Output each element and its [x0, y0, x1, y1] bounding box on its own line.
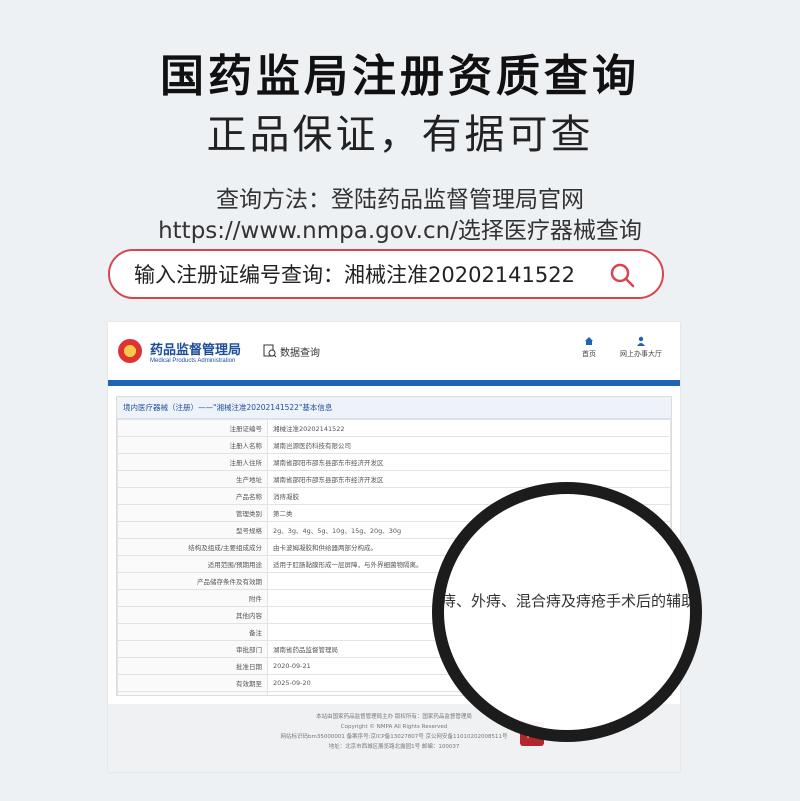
query-url-text[interactable]: https://www.nmpa.gov.cn/选择医疗器械查询 [0, 211, 800, 245]
magnified-text: 内痔、外痔、混合痔及痔疮手术后的辅助 [432, 592, 697, 610]
row-value: 湖南省邵阳市邵东县邵东市经济开发区 [267, 470, 671, 488]
data-query-icon [263, 344, 277, 358]
row-key: 结构及组成/主要组成成分 [117, 538, 268, 556]
site-header: 药品监督管理局 Medical Products Administration … [108, 322, 680, 380]
table-row: 注册证编号 湘械注准20202141522 [117, 419, 671, 437]
table-row: 注册人住所 湖南省邵阳市邵东县邵东市经济开发区 [117, 453, 671, 471]
page-title: 国药监局注册资质查询 [160, 51, 640, 102]
query-method-text: 查询方法：登陆药品监督管理局官网 [216, 187, 584, 213]
data-query-label: 数据查询 [280, 347, 321, 359]
magnifier-lens: 内痔、外痔、混合痔及痔疮手术后的辅助 [432, 482, 702, 742]
row-key: 适用范围/预期用途 [117, 555, 268, 573]
search-icon[interactable] [608, 261, 636, 289]
row-key: 注册人住所 [117, 453, 268, 471]
national-emblem-icon [118, 339, 142, 363]
data-query-link[interactable]: 数据查询 [263, 344, 320, 359]
page-subtitle: 正品保证，有据可查 [206, 112, 594, 158]
site-logo-cn: 药品监督管理局 [150, 342, 242, 358]
row-key: 附件 [117, 589, 268, 607]
info-panel-title: 境内医疗器械（注册）——"湘械注准20202141522"基本信息 [117, 397, 671, 419]
site-blue-bar [108, 380, 680, 386]
user-icon [637, 336, 645, 346]
row-key: 产品储存条件及有效期 [117, 572, 268, 590]
row-key: 审批部门 [117, 640, 268, 658]
row-value: 湖南岂源医药科技有限公司 [267, 436, 671, 454]
nav-home[interactable]: 首页 [582, 336, 596, 359]
site-logo-en: Medical Products Administration [150, 357, 236, 364]
nav-home-label: 首页 [582, 350, 596, 358]
row-key: 产品名称 [117, 487, 268, 505]
site-logo[interactable]: 药品监督管理局 Medical Products Administration [150, 339, 241, 364]
row-key: 注册人名称 [117, 436, 268, 454]
row-key: 生产地址 [117, 470, 268, 488]
home-icon [585, 337, 593, 345]
row-key: 有效期至 [117, 674, 268, 692]
search-box-text: 输入注册证编号查询：湘械注准20202141522 [134, 263, 575, 287]
table-row: 注册人名称 湖南岂源医药科技有限公司 [117, 436, 671, 454]
row-value: 湘械注准20202141522 [267, 419, 671, 437]
row-key: 注册证编号 [117, 419, 268, 437]
row-key: 其他内容 [117, 606, 268, 624]
row-key: 型号规格 [117, 521, 268, 539]
footer-line: 地址：北京市西城区展览路北露园1号 邮编：100037 [328, 744, 460, 750]
row-value: 湖南省邵阳市邵东县邵东市经济开发区 [267, 453, 671, 471]
search-box[interactable]: 输入注册证编号查询：湘械注准20202141522 [108, 249, 664, 299]
nav-service-hall[interactable]: 网上办事大厅 [620, 336, 662, 359]
row-key: 变更情况 [117, 691, 268, 695]
site-nav: 首页 网上办事大厅 [582, 336, 662, 359]
row-key: 批准日期 [117, 657, 268, 675]
nav-service-hall-label: 网上办事大厅 [620, 350, 662, 358]
row-key: 备注 [117, 623, 268, 641]
row-key: 管理类别 [117, 504, 268, 522]
